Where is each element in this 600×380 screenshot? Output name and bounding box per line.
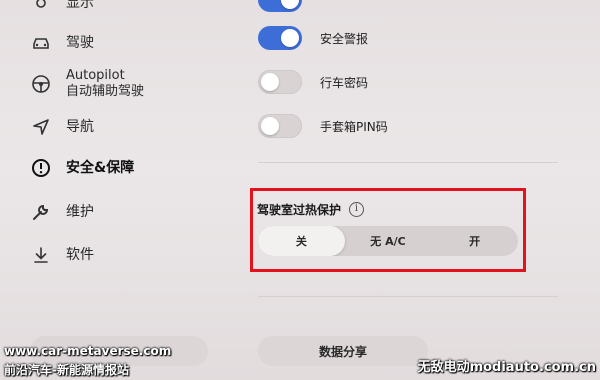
toggle-label: 行车密码 (320, 75, 369, 90)
sidebar-item-label: 导航 (66, 119, 94, 135)
car-icon (30, 32, 52, 54)
toggle-label: 安全警报 (320, 31, 369, 46)
alert-icon (30, 157, 52, 179)
highlight-annotation-box (250, 188, 526, 272)
sidebar-item-sublabel: 自动辅助驾驶 (66, 84, 145, 99)
steering-wheel-icon (30, 73, 52, 95)
toggle-knob (281, 0, 299, 9)
sidebar-item-label: 显示 (66, 0, 94, 11)
glovebox-pin-toggle[interactable] (258, 114, 302, 138)
sidebar-item-label: 安全&保障 (66, 160, 135, 176)
toggle-knob (281, 29, 299, 47)
toggle-label: 手套箱PIN码 (320, 119, 388, 134)
toggle-row-top-partial[interactable] (258, 0, 320, 12)
sidebar-item-label: 软件 (66, 247, 94, 263)
sidebar-item-label: Autopilot (66, 68, 125, 83)
watermark-site: www.car-metaverse.com (4, 344, 172, 358)
sidebar-item-software[interactable]: 软件 (30, 244, 94, 266)
toggle-knob (261, 117, 279, 135)
wrench-icon (30, 201, 52, 223)
sidebar-item-autopilot[interactable]: Autopilot 自动辅助驾驶 (30, 68, 144, 100)
sidebar-item-driving[interactable]: 驾驶 (30, 32, 94, 54)
toggle-knob (261, 73, 279, 91)
navigation-icon (30, 116, 52, 138)
settings-sidebar: 显示 驾驶 Autopilot 自动辅助驾驶 导航 安全&保障 维护 软件 (0, 0, 230, 380)
sidebar-item-label: 驾驶 (66, 35, 94, 51)
toggle-row-pin-to-drive[interactable]: 行车密码 (258, 70, 368, 94)
sidebar-item-display[interactable]: 显示 (30, 0, 94, 14)
display-icon (30, 0, 52, 14)
sidebar-item-safety-security[interactable]: 安全&保障 (30, 157, 134, 179)
toggle-row-glovebox-pin[interactable]: 手套箱PIN码 (258, 114, 388, 138)
toggle-row-security-alarm[interactable]: 安全警报 (258, 26, 368, 50)
toggle-switch[interactable] (258, 0, 302, 12)
sidebar-item-maintenance[interactable]: 维护 (30, 201, 94, 223)
security-alarm-toggle[interactable] (258, 26, 302, 50)
sidebar-item-label: 维护 (66, 204, 94, 220)
pin-to-drive-toggle[interactable] (258, 70, 302, 94)
watermark-site-subtitle: 前沿汽车-新能源情报站 (4, 363, 129, 377)
section-divider (258, 162, 558, 163)
sidebar-item-navigation[interactable]: 导航 (30, 116, 94, 138)
download-icon (30, 244, 52, 266)
section-divider (258, 296, 558, 297)
data-share-button[interactable]: 数据分享 (258, 336, 428, 366)
watermark-site-right: 无敌电动modiauto.com.cn (417, 360, 596, 375)
